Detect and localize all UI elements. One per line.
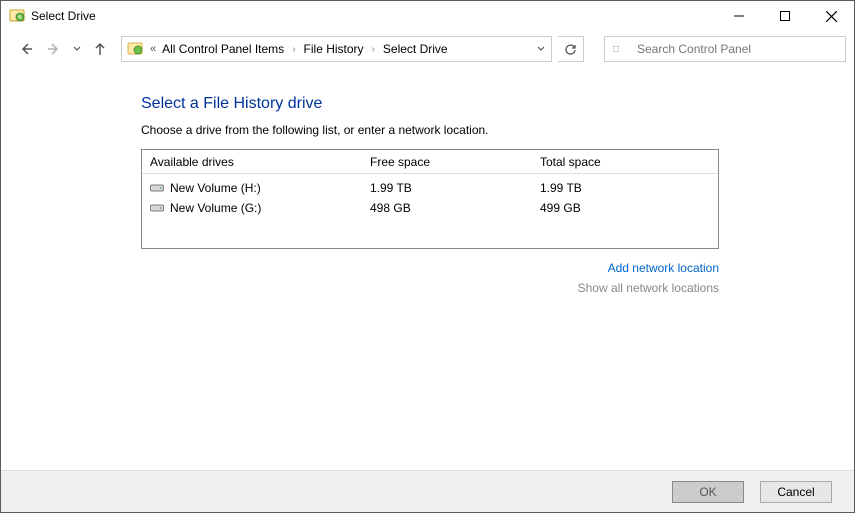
drive-total: 499 GB — [540, 201, 718, 215]
content-area: Select a File History drive Choose a dri… — [1, 67, 854, 470]
drive-table: Available drives Free space Total space … — [141, 149, 719, 249]
table-row[interactable]: New Volume (H:) 1.99 TB 1.99 TB — [142, 178, 718, 198]
add-network-location-link[interactable]: Add network location — [141, 261, 719, 275]
titlebar: Select Drive — [1, 1, 854, 31]
refresh-button[interactable] — [558, 36, 584, 62]
link-area: Add network location Show all network lo… — [141, 261, 719, 295]
maximize-button[interactable] — [762, 1, 808, 31]
table-header: Available drives Free space Total space — [142, 150, 718, 174]
drive-free: 1.99 TB — [370, 181, 540, 195]
header-available-drives[interactable]: Available drives — [142, 155, 370, 169]
search-placeholder: Search Control Panel — [637, 42, 751, 56]
drive-icon — [150, 183, 164, 193]
up-button[interactable] — [89, 38, 111, 60]
drive-free: 498 GB — [370, 201, 540, 215]
window-title: Select Drive — [31, 9, 96, 23]
breadcrumb[interactable]: « All Control Panel Items › File History… — [121, 36, 552, 62]
instruction-text: Choose a drive from the following list, … — [141, 123, 854, 137]
control-panel-icon — [126, 40, 144, 58]
minimize-button[interactable] — [716, 1, 762, 31]
close-button[interactable] — [808, 1, 854, 31]
navbar: « All Control Panel Items › File History… — [1, 31, 854, 67]
recent-locations-button[interactable] — [71, 45, 83, 53]
ok-button[interactable]: OK — [672, 481, 744, 503]
drive-name: New Volume (G:) — [170, 201, 261, 215]
address-dropdown-button[interactable] — [529, 37, 551, 61]
app-icon — [9, 8, 25, 24]
search-input[interactable]: □ Search Control Panel — [604, 36, 846, 62]
table-body: New Volume (H:) 1.99 TB 1.99 TB New Volu… — [142, 174, 718, 248]
show-all-network-locations-link[interactable]: Show all network locations — [141, 281, 719, 295]
drive-total: 1.99 TB — [540, 181, 718, 195]
forward-button[interactable] — [43, 38, 65, 60]
header-total-space[interactable]: Total space — [540, 155, 718, 169]
drive-icon — [150, 203, 164, 213]
page-title: Select a File History drive — [141, 95, 854, 113]
breadcrumb-overflow-icon[interactable]: « — [150, 43, 156, 55]
chevron-right-icon[interactable]: › — [372, 44, 375, 55]
cancel-button[interactable]: Cancel — [760, 481, 832, 503]
header-free-space[interactable]: Free space — [370, 155, 540, 169]
window-controls — [716, 1, 854, 31]
drive-name: New Volume (H:) — [170, 181, 261, 195]
table-row[interactable]: New Volume (G:) 498 GB 499 GB — [142, 198, 718, 218]
chevron-right-icon[interactable]: › — [292, 44, 295, 55]
breadcrumb-item[interactable]: All Control Panel Items — [160, 42, 286, 56]
back-button[interactable] — [15, 38, 37, 60]
breadcrumb-item[interactable]: File History — [302, 42, 366, 56]
search-icon: □ — [613, 44, 627, 55]
breadcrumb-item[interactable]: Select Drive — [381, 42, 450, 56]
footer: OK Cancel — [1, 470, 854, 512]
